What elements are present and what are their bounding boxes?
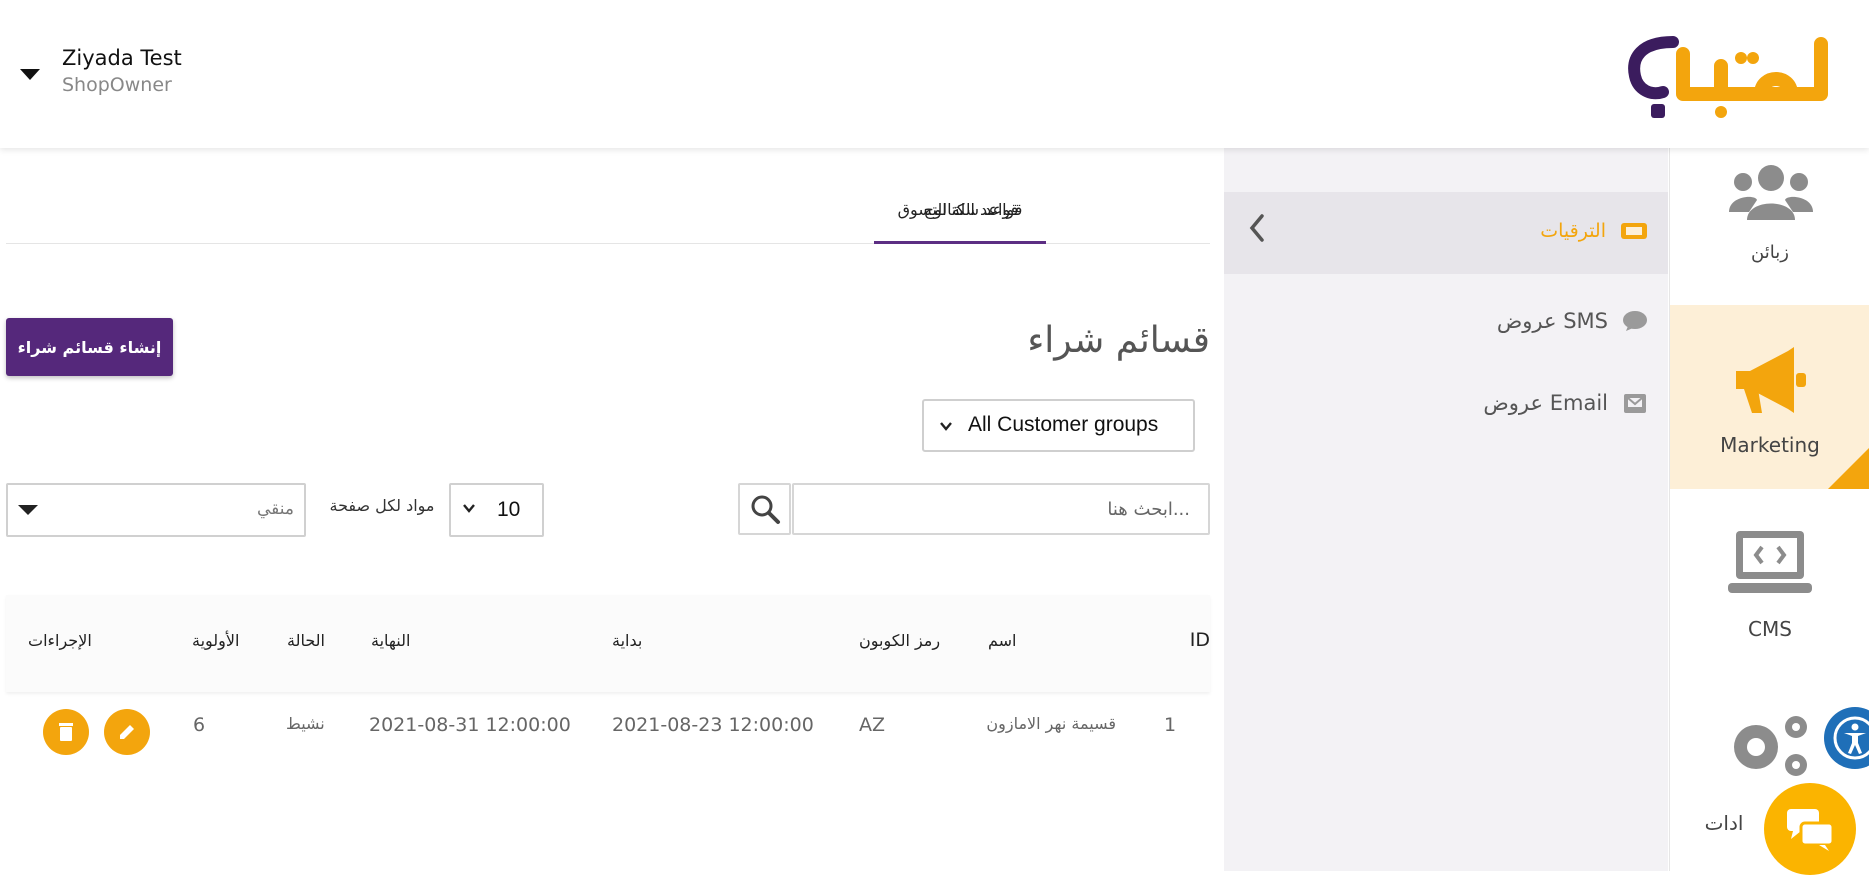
submenu-item-label: الترقيات: [1540, 220, 1606, 242]
page-title: قسائم شراء: [1027, 320, 1210, 361]
rail-item-cms[interactable]: CMS: [1670, 489, 1869, 673]
column-header-coupon[interactable]: رمز الكوبون: [859, 631, 940, 650]
caret-down-icon[interactable]: [20, 69, 40, 80]
laptop-code-icon: [1728, 531, 1812, 593]
filter-select[interactable]: منقي: [6, 483, 306, 537]
table-row[interactable]: 1 قسيمة نهر الامازون AZ 2021-08-23 12:00…: [6, 692, 1210, 769]
accessibility-icon: [1833, 716, 1869, 760]
trash-icon: [59, 723, 73, 741]
filter-placeholder: منقي: [256, 499, 294, 519]
chat-button[interactable]: [1764, 783, 1856, 875]
create-coupon-button[interactable]: إنشاء قسائم شراء: [6, 318, 173, 376]
user-name: Ziyada Test: [62, 46, 182, 70]
search-button[interactable]: [738, 483, 791, 535]
user-role: ShopOwner: [62, 74, 172, 96]
rail-item-label: CMS: [1748, 617, 1792, 641]
search-input[interactable]: [792, 483, 1210, 535]
cell-start: 2021-08-23 12:00:00: [612, 714, 814, 736]
submenu-item-promotions[interactable]: الترقيات: [1540, 220, 1648, 242]
chat-icon: [1787, 809, 1835, 851]
per-page-label: مواد لكل صفحة: [329, 496, 435, 515]
top-header: Ziyada Test ShopOwner: [0, 0, 1869, 148]
email-icon: [1624, 394, 1646, 413]
cell-priority: 6: [193, 714, 206, 736]
coupons-table: ID اسم رمز الكوبون بداية النهاية الحالة …: [6, 595, 1210, 769]
column-header-end[interactable]: النهاية: [371, 631, 410, 650]
megaphone-icon: [1736, 347, 1806, 413]
collapse-panel-button[interactable]: [1244, 210, 1274, 250]
cell-end: 2021-08-31 12:00:00: [369, 714, 571, 736]
customer-group-select[interactable]: All Customer groups: [922, 399, 1195, 452]
delete-button[interactable]: [43, 709, 89, 755]
main-content: قواعد الكتالوج قواعد سلة التسوق قسائم شر…: [0, 148, 1224, 871]
chevron-down-icon: [461, 500, 477, 521]
cell-coupon: AZ: [859, 714, 886, 736]
brand-logo[interactable]: [1621, 36, 1843, 124]
marketing-submenu: الترقيات عروض SMS عروض Email: [1224, 148, 1668, 871]
pencil-icon: [120, 725, 134, 739]
chevron-left-icon: [1249, 214, 1264, 242]
column-header-status[interactable]: الحالة: [287, 631, 325, 650]
cell-status: نشيط: [286, 714, 325, 733]
column-header-name[interactable]: اسم: [988, 631, 1017, 650]
cell-id: 1: [1164, 714, 1177, 736]
rules-tabs: قواعد الكتالوج قواعد سلة التسوق: [6, 188, 1210, 244]
rail-item-marketing[interactable]: Marketing: [1670, 305, 1869, 489]
column-header-actions: الإجراءات: [28, 631, 92, 650]
users-icon: [1729, 165, 1813, 220]
submenu-item-label: عروض Email: [1483, 391, 1608, 415]
column-header-start[interactable]: بداية: [612, 631, 642, 650]
submenu-item-sms[interactable]: عروض SMS: [1497, 309, 1648, 333]
sms-bubble-icon: [1623, 311, 1647, 331]
chevron-down-icon: [938, 415, 954, 439]
per-page-value: 10: [497, 498, 521, 521]
column-header-id[interactable]: ID: [1170, 629, 1210, 651]
rail-item-label: زبائن: [1751, 242, 1789, 263]
gears-icon: [1734, 716, 1807, 776]
column-header-priority[interactable]: الأولوية: [192, 631, 239, 650]
caret-down-icon: [18, 505, 38, 515]
edit-button[interactable]: [104, 709, 150, 755]
user-info: Ziyada Test ShopOwner: [62, 44, 182, 98]
submenu-item-label: عروض SMS: [1496, 309, 1608, 333]
submenu-item-email[interactable]: عروض Email: [1483, 391, 1648, 415]
search-icon: [751, 495, 780, 524]
user-menu[interactable]: Ziyada Test ShopOwner: [20, 44, 182, 98]
table-header: ID اسم رمز الكوبون بداية النهاية الحالة …: [6, 595, 1210, 692]
per-page-select[interactable]: 10: [449, 483, 544, 537]
ticket-icon: [1621, 223, 1647, 239]
customer-group-value: All Customer groups: [968, 413, 1159, 436]
active-corner-marker: [1828, 447, 1869, 489]
cell-name: قسيمة نهر الامازون: [986, 714, 1116, 733]
tab-cart-rules[interactable]: قواعد سلة التسوق: [874, 188, 1046, 244]
